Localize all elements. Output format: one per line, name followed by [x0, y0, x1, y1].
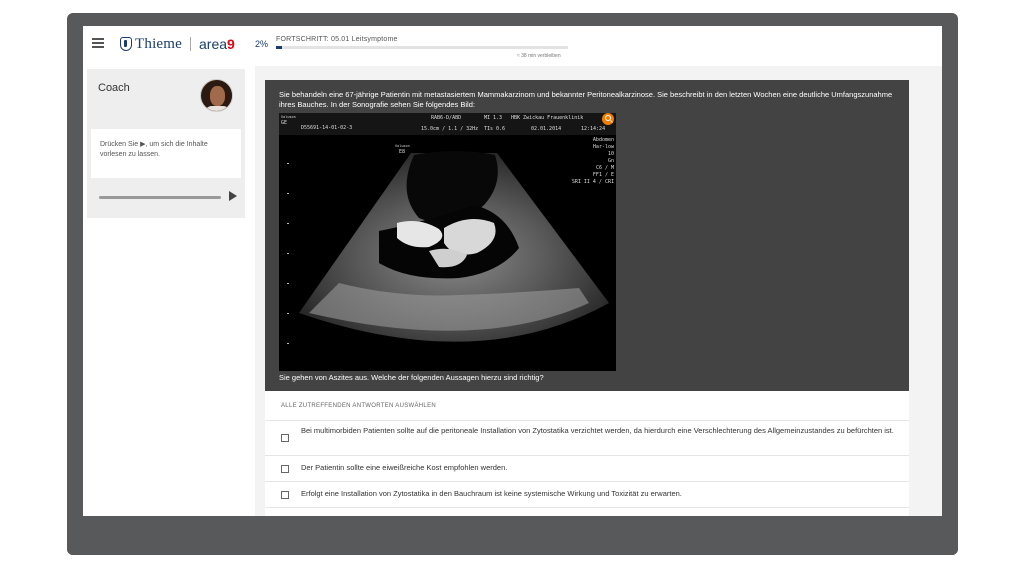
- overlay-clinic: HBK Zwickau Frauenklinik: [511, 115, 584, 121]
- logo-nine: 9: [227, 36, 235, 52]
- progress-bar-fill: [276, 46, 282, 49]
- answer-option-4-partial[interactable]: [265, 507, 909, 516]
- answer-option-1[interactable]: Bei multimorbiden Patienten sollte auf d…: [265, 420, 909, 455]
- answer-checkbox[interactable]: [281, 465, 289, 473]
- logo-divider: [190, 37, 192, 51]
- app-screen: Thieme area 9 2% FORTSCHRITT: 05.01 Leits…: [83, 26, 942, 516]
- thieme-emblem-icon: [120, 37, 132, 51]
- overlay-r4: Gn: [607, 158, 614, 164]
- time-remaining: ≈ 38 min verbleiben: [517, 53, 561, 59]
- hamburger-menu-icon[interactable]: [92, 38, 104, 48]
- overlay-r1: Abdomen: [592, 137, 614, 143]
- progress-percent: 2%: [255, 39, 269, 49]
- overlay-r7: SRI II 4 / CRI: [571, 179, 614, 185]
- answer-text: Der Patientin sollte eine eiweißreiche K…: [301, 463, 508, 472]
- answer-option-3[interactable]: Erfolgt eine Installation von Zytostatik…: [265, 481, 909, 507]
- answer-text: Erfolgt eine Installation von Zytostatik…: [301, 489, 682, 498]
- overlay-date: 02.01.2014: [531, 126, 562, 132]
- overlay-depth: 15.0cm / 1.1 / 32Hz: [421, 126, 479, 132]
- coach-title: Coach: [98, 82, 130, 94]
- ultrasound-overlay: Voluson GE D55691-14-01-02-3 RAB6-D/ABD …: [279, 113, 616, 155]
- thieme-area9-logo[interactable]: Thieme area 9: [120, 33, 235, 55]
- top-header: Thieme area 9 2% FORTSCHRITT: 05.01 Leits…: [83, 26, 942, 66]
- overlay-r6: FF1 / E: [592, 172, 614, 178]
- progress-bar: [276, 46, 568, 49]
- overlay-r5: C6 / M: [595, 165, 614, 171]
- play-icon[interactable]: [229, 191, 237, 201]
- coach-instruction: Drücken Sie ▶, um sich die Inhalte vorle…: [100, 141, 208, 158]
- overlay-ge: GE: [281, 120, 288, 126]
- coach-message-box: Drücken Sie ▶, um sich die Inhalte vorle…: [91, 129, 241, 178]
- overlay-time: 12:14:24: [581, 126, 606, 132]
- question-text: Sie behandeln eine 67-jährige Patientin …: [279, 90, 893, 109]
- zoom-icon[interactable]: [602, 113, 614, 125]
- overlay-r3: 10: [607, 151, 614, 157]
- overlay-tis: TIs 0.6: [484, 126, 506, 132]
- question-card: Sie behandeln eine 67-jährige Patientin …: [265, 80, 909, 391]
- answer-checkbox[interactable]: [281, 434, 289, 442]
- answer-list: ALLE ZUTREFFENDEN ANTWORTEN AUSWÄHLEN Be…: [265, 391, 909, 516]
- overlay-patient-id: D55691-14-01-02-3: [301, 125, 353, 131]
- answer-option-2[interactable]: Der Patientin sollte eine eiweißreiche K…: [265, 455, 909, 481]
- overlay-probe: RAB6-D/ABD: [431, 115, 462, 121]
- logo-area: area: [199, 36, 228, 52]
- coach-avatar: [200, 79, 233, 112]
- ultrasound-scan: [279, 113, 616, 371]
- progress-label: FORTSCHRITT: 05.01 Leitsymptome: [276, 36, 398, 43]
- answer-checkbox[interactable]: [281, 491, 289, 499]
- overlay-e8: E8: [399, 149, 406, 155]
- device-bottom-bezel: [67, 516, 958, 555]
- question-followup: Sie gehen von Aszites aus. Welche der fo…: [279, 373, 544, 382]
- answers-hint: ALLE ZUTREFFENDEN ANTWORTEN AUSWÄHLEN: [281, 403, 437, 409]
- overlay-mi: MI 1.3: [484, 115, 503, 121]
- ultrasound-image[interactable]: Voluson GE D55691-14-01-02-3 RAB6-D/ABD …: [279, 113, 616, 371]
- answer-text: Bei multimorbiden Patienten sollte auf d…: [301, 426, 894, 435]
- audio-progress-slider[interactable]: [99, 196, 221, 199]
- coach-panel: Coach Drücken Sie ▶, um sich die Inhalte…: [87, 69, 245, 218]
- overlay-r2: Har-low: [592, 144, 614, 150]
- logo-brand: Thieme: [135, 35, 183, 52]
